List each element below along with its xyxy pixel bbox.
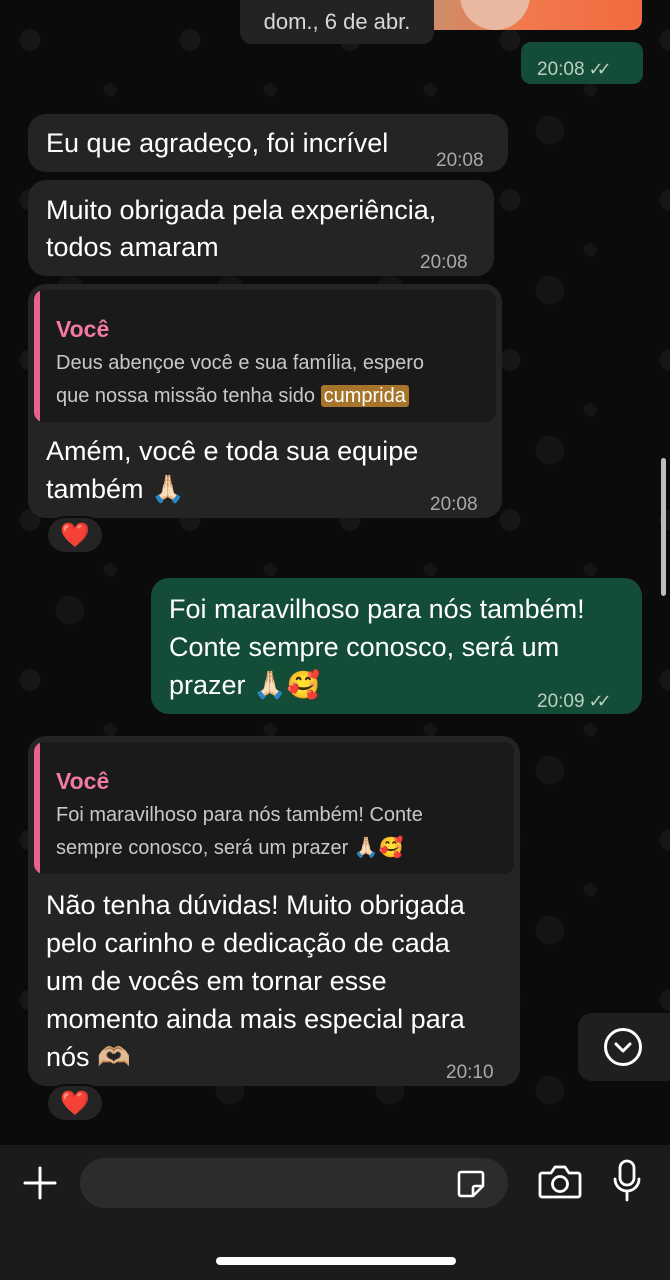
date-separator: dom., 6 de abr. bbox=[240, 0, 434, 44]
message-text-line: Amém, você e toda sua equipe bbox=[46, 436, 419, 466]
message-text-line: prazer 🙏🏻🥰 bbox=[169, 670, 321, 700]
message-time: 20:08 bbox=[436, 150, 484, 171]
message-time: 20:08 bbox=[430, 494, 478, 515]
camera-icon[interactable] bbox=[538, 1163, 582, 1201]
incoming-message[interactable]: Muito obrigada pela experiência, todos a… bbox=[28, 180, 494, 276]
read-receipt-icon: ✓✓ bbox=[588, 691, 612, 711]
message-time: 20:08 ✓✓ bbox=[537, 59, 612, 80]
sticker-icon[interactable] bbox=[455, 1168, 487, 1200]
quote-author: Você bbox=[56, 316, 110, 342]
quote-accent-bar bbox=[34, 290, 40, 422]
quote-text-line: Deus abençoe você e sua família, espero bbox=[56, 352, 424, 374]
message-input[interactable] bbox=[80, 1158, 508, 1208]
heart-icon: ❤️ bbox=[60, 1090, 90, 1117]
search-highlight: cumprida bbox=[320, 385, 409, 407]
quote-text-line: Foi maravilhoso para nós também! Conte bbox=[56, 804, 423, 826]
image-message-meta: 20:08 ✓✓ bbox=[521, 42, 643, 84]
message-text-line: nós 🫶🏼 bbox=[46, 1042, 131, 1072]
incoming-message[interactable]: Eu que agradeço, foi incrível 20:08 bbox=[28, 114, 508, 172]
microphone-icon[interactable] bbox=[612, 1159, 642, 1203]
incoming-reply-message[interactable]: Você Foi maravilhoso para nós também! Co… bbox=[28, 736, 520, 1086]
image-message-preview[interactable] bbox=[420, 0, 642, 30]
quote-accent-bar bbox=[34, 742, 40, 874]
message-text-line: Muito obrigada pela experiência, bbox=[46, 195, 437, 225]
message-time: 20:08 bbox=[420, 252, 468, 273]
message-text-line: Conte sempre conosco, será um bbox=[169, 632, 560, 662]
quoted-message[interactable]: Você Deus abençoe você e sua família, es… bbox=[34, 290, 496, 422]
home-indicator[interactable] bbox=[216, 1257, 456, 1265]
scroll-indicator[interactable] bbox=[661, 458, 666, 596]
read-receipt-icon: ✓✓ bbox=[588, 59, 612, 79]
message-time: 20:10 bbox=[446, 1062, 494, 1083]
quote-author: Você bbox=[56, 768, 110, 794]
message-text-line: pelo carinho e dedicação de cada bbox=[46, 928, 450, 958]
message-text-line: Não tenha dúvidas! Muito obrigada bbox=[46, 890, 465, 920]
quoted-message[interactable]: Você Foi maravilhoso para nós também! Co… bbox=[34, 742, 514, 874]
quote-text: Foi maravilhoso para nós também! Conte s… bbox=[56, 800, 496, 864]
outgoing-message[interactable]: Foi maravilhoso para nós também! Conte s… bbox=[151, 578, 642, 714]
plus-icon[interactable] bbox=[22, 1165, 58, 1201]
quote-text: Deus abençoe você e sua família, espero … bbox=[56, 348, 496, 412]
quote-text-line: que nossa missão tenha sido bbox=[56, 385, 321, 407]
message-text-line: momento ainda mais especial para bbox=[46, 1004, 465, 1034]
message-text-line: todos amaram bbox=[46, 232, 219, 262]
message-text-line: Foi maravilhoso para nós também! bbox=[169, 594, 585, 624]
message-time: 20:09 ✓✓ bbox=[537, 691, 612, 712]
scroll-to-bottom-button[interactable] bbox=[578, 1013, 670, 1081]
heart-icon: ❤️ bbox=[60, 522, 90, 549]
chevron-down-icon bbox=[604, 1028, 642, 1066]
reaction-badge[interactable]: ❤️ bbox=[46, 516, 104, 554]
message-text-line: também 🙏🏻 bbox=[46, 474, 185, 504]
message-text-line: um de vocês em tornar esse bbox=[46, 966, 387, 996]
message-text: Eu que agradeço, foi incrível bbox=[46, 128, 389, 158]
reaction-badge[interactable]: ❤️ bbox=[46, 1084, 104, 1122]
incoming-reply-message[interactable]: Você Deus abençoe você e sua família, es… bbox=[28, 284, 502, 518]
quote-text-line: sempre conosco, será um prazer 🙏🏻🥰 bbox=[56, 837, 404, 859]
